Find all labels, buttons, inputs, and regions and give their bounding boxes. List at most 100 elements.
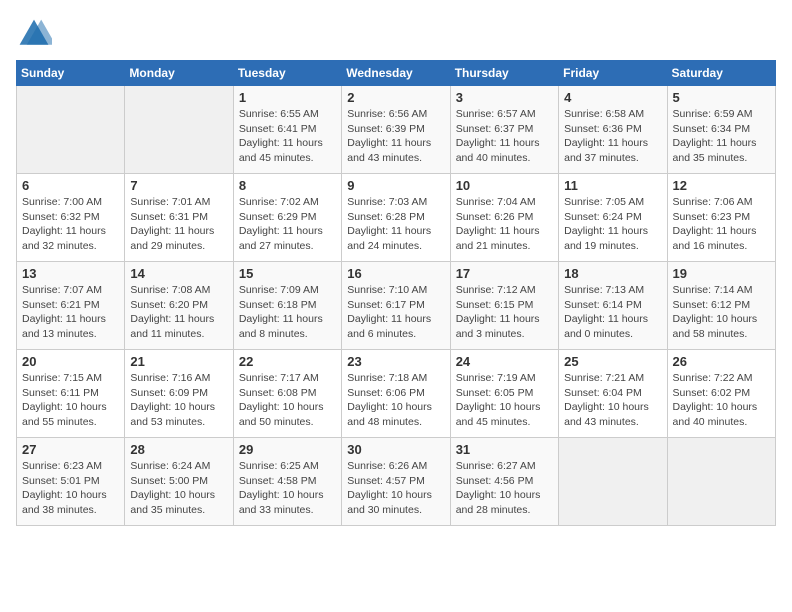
- calendar-week-row: 6Sunrise: 7:00 AMSunset: 6:32 PMDaylight…: [17, 174, 776, 262]
- calendar-cell: 23 Sunrise: 7:18 AMSunset: 6:06 PMDayligh…: [342, 350, 450, 438]
- calendar-week-row: 13 Sunrise: 7:07 AMSunset: 6:21 PMDayligh…: [17, 262, 776, 350]
- day-number: 23: [347, 354, 444, 369]
- day-number: 11: [564, 178, 661, 193]
- calendar-cell: 30 Sunrise: 6:26 AMSunset: 4:57 PMDayligh…: [342, 438, 450, 526]
- day-number: 4: [564, 90, 661, 105]
- day-number: 25: [564, 354, 661, 369]
- day-number: 31: [456, 442, 553, 457]
- calendar-cell: 16 Sunrise: 7:10 AMSunset: 6:17 PMDayligh…: [342, 262, 450, 350]
- calendar-header-friday: Friday: [559, 61, 667, 86]
- calendar-cell: 6Sunrise: 7:00 AMSunset: 6:32 PMDaylight…: [17, 174, 125, 262]
- day-number: 6: [22, 178, 119, 193]
- calendar-header-monday: Monday: [125, 61, 233, 86]
- day-info: Sunrise: 7:12 AMSunset: 6:15 PMDaylight:…: [456, 283, 553, 342]
- day-number: 8: [239, 178, 336, 193]
- day-info: Sunrise: 7:17 AMSunset: 6:08 PMDaylight:…: [239, 371, 336, 430]
- day-number: 14: [130, 266, 227, 281]
- calendar-cell: 20 Sunrise: 7:15 AMSunset: 6:11 PMDayligh…: [17, 350, 125, 438]
- day-number: 12: [673, 178, 770, 193]
- day-info: Sunrise: 7:19 AMSunset: 6:05 PMDaylight:…: [456, 371, 553, 430]
- calendar-cell: [17, 86, 125, 174]
- calendar-cell: 19 Sunrise: 7:14 AMSunset: 6:12 PMDayligh…: [667, 262, 775, 350]
- day-number: 15: [239, 266, 336, 281]
- calendar-cell: 11 Sunrise: 7:05 AMSunset: 6:24 PMDayligh…: [559, 174, 667, 262]
- calendar-cell: 13 Sunrise: 7:07 AMSunset: 6:21 PMDayligh…: [17, 262, 125, 350]
- calendar-cell: [667, 438, 775, 526]
- day-number: 10: [456, 178, 553, 193]
- day-number: 27: [22, 442, 119, 457]
- logo-icon: [16, 16, 52, 52]
- day-info: Sunrise: 6:58 AMSunset: 6:36 PMDaylight:…: [564, 107, 661, 166]
- day-info: Sunrise: 6:59 AMSunset: 6:34 PMDaylight:…: [673, 107, 770, 166]
- day-number: 29: [239, 442, 336, 457]
- day-info: Sunrise: 6:23 AMSunset: 5:01 PMDaylight:…: [22, 459, 119, 518]
- calendar-cell: 14 Sunrise: 7:08 AMSunset: 6:20 PMDayligh…: [125, 262, 233, 350]
- calendar-header-saturday: Saturday: [667, 61, 775, 86]
- calendar-cell: [559, 438, 667, 526]
- day-info: Sunrise: 7:21 AMSunset: 6:04 PMDaylight:…: [564, 371, 661, 430]
- day-info: Sunrise: 7:08 AMSunset: 6:20 PMDaylight:…: [130, 283, 227, 342]
- calendar-header-tuesday: Tuesday: [233, 61, 341, 86]
- day-info: Sunrise: 7:13 AMSunset: 6:14 PMDaylight:…: [564, 283, 661, 342]
- day-info: Sunrise: 6:24 AMSunset: 5:00 PMDaylight:…: [130, 459, 227, 518]
- day-number: 1: [239, 90, 336, 105]
- day-number: 28: [130, 442, 227, 457]
- calendar-cell: 5 Sunrise: 6:59 AMSunset: 6:34 PMDaylight…: [667, 86, 775, 174]
- day-number: 9: [347, 178, 444, 193]
- calendar-cell: 24 Sunrise: 7:19 AMSunset: 6:05 PMDayligh…: [450, 350, 558, 438]
- day-info: Sunrise: 6:56 AMSunset: 6:39 PMDaylight:…: [347, 107, 444, 166]
- day-number: 5: [673, 90, 770, 105]
- day-number: 22: [239, 354, 336, 369]
- day-number: 19: [673, 266, 770, 281]
- day-info: Sunrise: 6:26 AMSunset: 4:57 PMDaylight:…: [347, 459, 444, 518]
- day-number: 17: [456, 266, 553, 281]
- day-info: Sunrise: 7:03 AMSunset: 6:28 PMDaylight:…: [347, 195, 444, 254]
- day-info: Sunrise: 6:57 AMSunset: 6:37 PMDaylight:…: [456, 107, 553, 166]
- day-number: 7: [130, 178, 227, 193]
- day-info: Sunrise: 7:10 AMSunset: 6:17 PMDaylight:…: [347, 283, 444, 342]
- calendar-cell: 22 Sunrise: 7:17 AMSunset: 6:08 PMDayligh…: [233, 350, 341, 438]
- day-number: 21: [130, 354, 227, 369]
- calendar-cell: 25 Sunrise: 7:21 AMSunset: 6:04 PMDayligh…: [559, 350, 667, 438]
- day-info: Sunrise: 7:02 AMSunset: 6:29 PMDaylight:…: [239, 195, 336, 254]
- day-number: 16: [347, 266, 444, 281]
- day-info: Sunrise: 7:14 AMSunset: 6:12 PMDaylight:…: [673, 283, 770, 342]
- day-info: Sunrise: 6:55 AMSunset: 6:41 PMDaylight:…: [239, 107, 336, 166]
- day-info: Sunrise: 7:22 AMSunset: 6:02 PMDaylight:…: [673, 371, 770, 430]
- calendar-cell: 18 Sunrise: 7:13 AMSunset: 6:14 PMDayligh…: [559, 262, 667, 350]
- calendar-week-row: 20 Sunrise: 7:15 AMSunset: 6:11 PMDayligh…: [17, 350, 776, 438]
- day-info: Sunrise: 6:27 AMSunset: 4:56 PMDaylight:…: [456, 459, 553, 518]
- day-number: 3: [456, 90, 553, 105]
- day-number: 20: [22, 354, 119, 369]
- calendar-table: SundayMondayTuesdayWednesdayThursdayFrid…: [16, 60, 776, 526]
- calendar-cell: 15Sunrise: 7:09 AMSunset: 6:18 PMDayligh…: [233, 262, 341, 350]
- calendar-cell: [125, 86, 233, 174]
- calendar-cell: 21 Sunrise: 7:16 AMSunset: 6:09 PMDayligh…: [125, 350, 233, 438]
- day-number: 2: [347, 90, 444, 105]
- day-info: Sunrise: 6:25 AMSunset: 4:58 PMDaylight:…: [239, 459, 336, 518]
- day-number: 24: [456, 354, 553, 369]
- day-info: Sunrise: 7:16 AMSunset: 6:09 PMDaylight:…: [130, 371, 227, 430]
- calendar-header-row: SundayMondayTuesdayWednesdayThursdayFrid…: [17, 61, 776, 86]
- calendar-cell: 29 Sunrise: 6:25 AMSunset: 4:58 PMDayligh…: [233, 438, 341, 526]
- day-info: Sunrise: 7:06 AMSunset: 6:23 PMDaylight:…: [673, 195, 770, 254]
- calendar-cell: 12 Sunrise: 7:06 AMSunset: 6:23 PMDayligh…: [667, 174, 775, 262]
- day-info: Sunrise: 7:07 AMSunset: 6:21 PMDaylight:…: [22, 283, 119, 342]
- day-number: 30: [347, 442, 444, 457]
- day-info: Sunrise: 7:15 AMSunset: 6:11 PMDaylight:…: [22, 371, 119, 430]
- calendar-cell: 26Sunrise: 7:22 AMSunset: 6:02 PMDayligh…: [667, 350, 775, 438]
- calendar-cell: 8 Sunrise: 7:02 AMSunset: 6:29 PMDaylight…: [233, 174, 341, 262]
- day-number: 18: [564, 266, 661, 281]
- page-header: [16, 16, 776, 52]
- calendar-cell: 4 Sunrise: 6:58 AMSunset: 6:36 PMDaylight…: [559, 86, 667, 174]
- calendar-cell: 27 Sunrise: 6:23 AMSunset: 5:01 PMDayligh…: [17, 438, 125, 526]
- calendar-week-row: 1 Sunrise: 6:55 AMSunset: 6:41 PMDaylight…: [17, 86, 776, 174]
- calendar-header-wednesday: Wednesday: [342, 61, 450, 86]
- calendar-cell: 17 Sunrise: 7:12 AMSunset: 6:15 PMDayligh…: [450, 262, 558, 350]
- calendar-week-row: 27 Sunrise: 6:23 AMSunset: 5:01 PMDayligh…: [17, 438, 776, 526]
- day-number: 13: [22, 266, 119, 281]
- calendar-cell: 28 Sunrise: 6:24 AMSunset: 5:00 PMDayligh…: [125, 438, 233, 526]
- day-info: Sunrise: 7:05 AMSunset: 6:24 PMDaylight:…: [564, 195, 661, 254]
- day-info: Sunrise: 7:18 AMSunset: 6:06 PMDaylight:…: [347, 371, 444, 430]
- calendar-cell: 7Sunrise: 7:01 AMSunset: 6:31 PMDaylight…: [125, 174, 233, 262]
